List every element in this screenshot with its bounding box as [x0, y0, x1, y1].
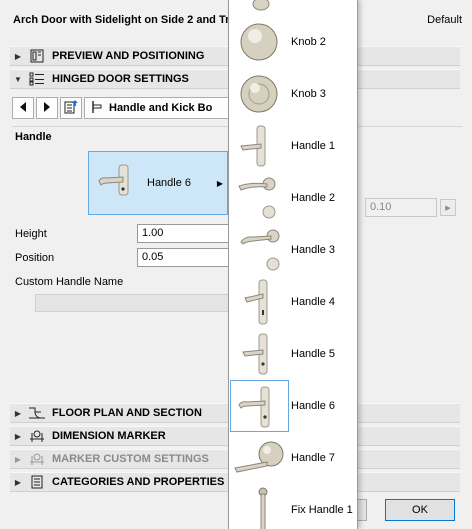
- height-input[interactable]: 1.00: [137, 224, 229, 243]
- handle-rose-icon: [231, 172, 289, 224]
- position-label: Position: [15, 252, 55, 264]
- handle-plate-icon: [231, 328, 289, 380]
- popup-item-label: Handle 3: [291, 244, 336, 256]
- handle-picker-label: Handle 6: [147, 177, 192, 189]
- popup-item-label: Knob 2: [291, 36, 326, 48]
- handle-popup-list: Knob 2 Knob 3 Handle 1 Handle 2 Handle 3…: [228, 0, 358, 529]
- handle-plate-icon: [231, 276, 289, 328]
- popup-item-label: Handle 6: [291, 400, 336, 412]
- section-label: DIMENSION MARKER: [52, 430, 166, 442]
- floor-plan-icon: [26, 406, 48, 420]
- list-settings-icon: [26, 72, 48, 86]
- popup-item-label: Handle 7: [291, 452, 336, 464]
- popup-item-handle-3[interactable]: Handle 3: [229, 224, 357, 276]
- handle-rose-icon: [231, 224, 289, 276]
- section-label: HINGED DOOR SETTINGS: [52, 73, 189, 85]
- popup-item-knob-3[interactable]: Knob 3: [229, 68, 357, 120]
- page-list-icon: [63, 99, 79, 118]
- triangle-left-icon: [19, 101, 27, 115]
- popup-item-label: Handle 4: [291, 296, 336, 308]
- custom-handle-name-input[interactable]: [35, 294, 231, 312]
- section-label: PREVIEW AND POSITIONING: [52, 50, 205, 62]
- popup-item-label: Knob 3: [291, 88, 326, 100]
- fix-handle-icon: [231, 484, 289, 529]
- popup-item-fix-handle-1[interactable]: Fix Handle 1: [229, 484, 357, 529]
- popup-item-label: Handle 5: [291, 348, 336, 360]
- section-label: MARKER CUSTOM SETTINGS: [52, 453, 209, 465]
- popup-item-handle-4[interactable]: Handle 4: [229, 276, 357, 328]
- popup-item-handle-1[interactable]: Handle 1: [229, 120, 357, 172]
- collapsed-arrow-icon: ▶: [14, 477, 22, 487]
- offset-stepper-button[interactable]: ▶: [440, 199, 456, 216]
- section-label: FLOOR PLAN AND SECTION: [52, 407, 202, 419]
- categories-icon: [26, 475, 48, 489]
- expanded-arrow-icon: ▼: [14, 74, 22, 84]
- previous-page-button[interactable]: [12, 97, 34, 119]
- dimension-marker-icon: [26, 429, 48, 443]
- height-label: Height: [15, 228, 47, 240]
- collapsed-arrow-icon: ▶: [14, 431, 22, 441]
- collapsed-arrow-icon: ▶: [14, 454, 22, 464]
- marker-settings-icon: [26, 452, 48, 466]
- popup-item-label: Handle 2: [291, 192, 336, 204]
- popup-item-label: Handle 1: [291, 140, 336, 152]
- knob-icon: [231, 68, 289, 120]
- popup-item-knob-2[interactable]: Knob 2: [229, 16, 357, 68]
- offset-input[interactable]: 0.10: [365, 198, 437, 217]
- handle-type-picker[interactable]: Handle 6 ▶: [88, 151, 228, 215]
- popup-item-label: Fix Handle 1: [291, 504, 353, 516]
- handle-heading: Handle: [15, 131, 52, 143]
- page-list-button[interactable]: [60, 97, 82, 119]
- collapsed-arrow-icon: ▶: [14, 51, 22, 61]
- section-label: CATEGORIES AND PROPERTIES: [52, 476, 225, 488]
- popup-item-handle-6[interactable]: Handle 6: [229, 380, 357, 432]
- knob-icon: [231, 16, 289, 68]
- page-select-label: Handle and Kick Bo: [109, 102, 213, 114]
- triangle-right-icon: ▶: [445, 204, 451, 212]
- position-input[interactable]: 0.05: [137, 248, 229, 267]
- handle-plate-icon: [230, 380, 289, 432]
- popup-item-handle-2[interactable]: Handle 2: [229, 172, 357, 224]
- triangle-right-icon: [43, 101, 51, 115]
- handle-preview-icon: [93, 153, 143, 213]
- dialog-title: Arch Door with Sidelight on Side 2 and T…: [13, 14, 230, 26]
- popup-item-handle-5[interactable]: Handle 5: [229, 328, 357, 380]
- collapsed-arrow-icon: ▶: [14, 408, 22, 418]
- custom-handle-name-label: Custom Handle Name: [15, 276, 124, 288]
- knob-lever-icon: [231, 432, 289, 484]
- next-page-button[interactable]: [36, 97, 58, 119]
- ok-button[interactable]: OK: [385, 499, 455, 521]
- door-handle-icon: [91, 100, 103, 117]
- handle-plate-icon: [231, 120, 289, 172]
- default-label: Default: [427, 14, 462, 26]
- submenu-arrow-icon: ▶: [216, 178, 223, 188]
- preview-icon: [26, 49, 48, 63]
- popup-item-handle-7[interactable]: Handle 7: [229, 432, 357, 484]
